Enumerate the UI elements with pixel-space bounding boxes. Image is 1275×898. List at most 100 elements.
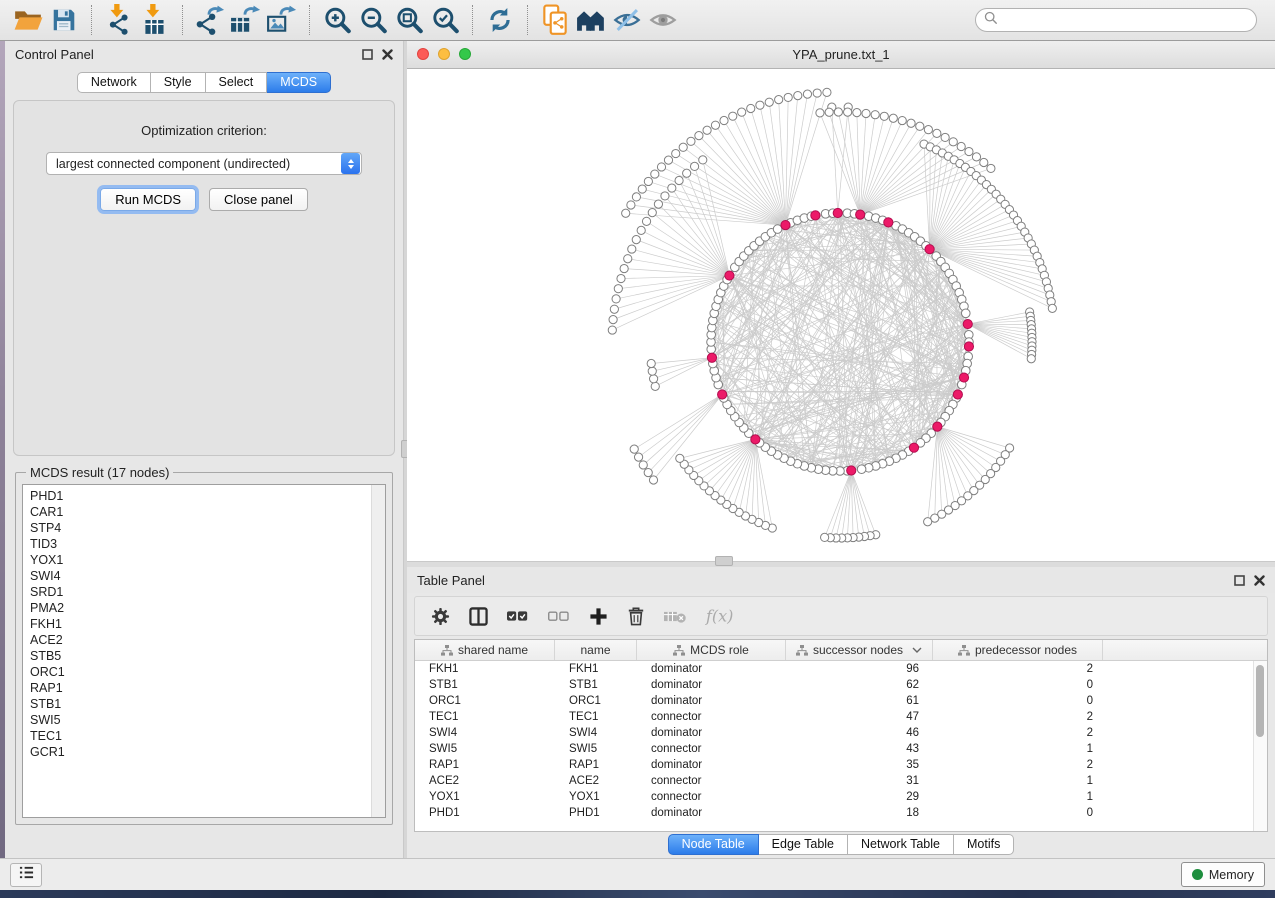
table-scrollbar[interactable] (1253, 661, 1267, 831)
graph-mcds-node[interactable] (933, 422, 942, 431)
mcds-result-item[interactable]: ORC1 (30, 664, 385, 680)
maximize-window-icon[interactable] (459, 48, 471, 60)
zoom-selected-button[interactable] (427, 3, 463, 37)
graph-leaf-node[interactable] (907, 119, 915, 127)
graph-leaf-node[interactable] (794, 91, 802, 99)
graph-leaf-node[interactable] (738, 108, 746, 116)
table-row[interactable]: RAP1RAP1dominator352 (415, 757, 1267, 773)
graph-mcds-node[interactable] (884, 218, 893, 227)
table-row[interactable]: SWI5SWI5connector431 (415, 741, 1267, 757)
graph-leaf-node[interactable] (933, 129, 941, 137)
tab-select[interactable]: Select (206, 72, 268, 93)
table-row[interactable]: TEC1TEC1connector472 (415, 709, 1267, 725)
graph-leaf-node[interactable] (648, 209, 656, 217)
graph-leaf-node[interactable] (720, 116, 728, 124)
optimization-criterion-select[interactable]: largest connected component (undirected) (46, 152, 362, 175)
deselect-all-button[interactable] (548, 610, 570, 622)
graph-leaf-node[interactable] (632, 193, 640, 201)
graph-leaf-node[interactable] (941, 133, 949, 141)
mcds-list-scrollbar[interactable] (371, 485, 385, 817)
graph-leaf-node[interactable] (644, 177, 652, 185)
close-panel-icon[interactable] (382, 49, 393, 60)
graph-leaf-node[interactable] (784, 93, 792, 101)
graph-leaf-node[interactable] (610, 305, 618, 313)
mcds-result-item[interactable]: ACE2 (30, 632, 385, 648)
open-button[interactable] (10, 3, 46, 37)
network-window-titlebar[interactable]: YPA_prune.txt_1 (407, 41, 1275, 69)
import-table-button[interactable] (137, 3, 173, 37)
import-network-button[interactable] (101, 3, 137, 37)
network-from-selection-button[interactable] (537, 3, 573, 37)
mcds-result-item[interactable]: STB5 (30, 648, 385, 664)
graph-leaf-node[interactable] (816, 109, 824, 117)
graph-leaf-node[interactable] (644, 468, 652, 476)
graph-mcds-node[interactable] (959, 373, 968, 382)
graph-mcds-node[interactable] (725, 271, 734, 280)
graph-leaf-node[interactable] (614, 285, 622, 293)
graph-leaf-node[interactable] (687, 137, 695, 145)
graph-leaf-node[interactable] (617, 274, 625, 282)
close-window-icon[interactable] (417, 48, 429, 60)
graph-leaf-node[interactable] (1048, 304, 1056, 312)
graph-leaf-node[interactable] (949, 138, 957, 146)
column-header-successor-nodes[interactable]: successor nodes (786, 640, 933, 660)
export-image-button[interactable] (264, 3, 300, 37)
graph-mcds-node[interactable] (833, 208, 842, 217)
close-panel-button[interactable]: Close panel (209, 188, 308, 211)
graph-leaf-node[interactable] (668, 184, 676, 192)
graph-leaf-node[interactable] (647, 359, 655, 367)
graph-mcds-node[interactable] (707, 353, 716, 362)
column-header-name[interactable]: name (555, 640, 637, 660)
mcds-result-item[interactable]: PHD1 (30, 488, 385, 504)
tab-node-table[interactable]: Node Table (668, 834, 759, 855)
tab-motifs[interactable]: Motifs (954, 834, 1014, 855)
float-panel-icon[interactable] (1234, 575, 1245, 586)
graph-leaf-node[interactable] (628, 245, 636, 253)
graph-leaf-node[interactable] (1027, 355, 1035, 363)
graph-leaf-node[interactable] (638, 185, 646, 193)
run-mcds-button[interactable]: Run MCDS (100, 188, 196, 211)
graph-leaf-node[interactable] (898, 116, 906, 124)
search-input[interactable] (1004, 12, 1248, 28)
mcds-result-item[interactable]: STP4 (30, 520, 385, 536)
graph-mcds-node[interactable] (811, 211, 820, 220)
column-header-shared-name[interactable]: shared name (415, 640, 555, 660)
graph-leaf-node[interactable] (683, 169, 691, 177)
table-row[interactable]: ACE2ACE2connector311 (415, 773, 1267, 789)
graph-leaf-node[interactable] (756, 101, 764, 109)
zoom-fit-button[interactable] (391, 3, 427, 37)
graph-leaf-node[interactable] (664, 156, 672, 164)
graph-leaf-node[interactable] (608, 326, 616, 334)
mcds-result-list[interactable]: PHD1CAR1STP4TID3YOX1SWI4SRD1PMA2FKH1ACE2… (22, 484, 386, 818)
graph-leaf-node[interactable] (825, 108, 833, 116)
mcds-result-item[interactable]: SWI4 (30, 568, 385, 584)
graph-mcds-node[interactable] (909, 443, 918, 452)
graph-leaf-node[interactable] (957, 142, 965, 150)
float-panel-icon[interactable] (362, 49, 373, 60)
graph-leaf-node[interactable] (916, 122, 924, 130)
save-button[interactable] (46, 3, 82, 37)
mcds-result-item[interactable]: TEC1 (30, 728, 385, 744)
graph-leaf-node[interactable] (880, 112, 888, 120)
graph-leaf-node[interactable] (972, 153, 980, 161)
graph-leaf-node[interactable] (676, 454, 684, 462)
graph-mcds-node[interactable] (963, 319, 972, 328)
tab-network[interactable]: Network (77, 72, 151, 93)
graph-leaf-node[interactable] (624, 255, 632, 263)
graph-leaf-node[interactable] (627, 201, 635, 209)
tab-edge-table[interactable]: Edge Table (759, 834, 848, 855)
graph-leaf-node[interactable] (711, 121, 719, 129)
graph-node[interactable] (961, 309, 970, 318)
graph-leaf-node[interactable] (661, 192, 669, 200)
column-header-predecessor-nodes[interactable]: predecessor nodes (933, 640, 1103, 660)
graph-leaf-node[interactable] (853, 109, 861, 117)
graph-leaf-node[interactable] (834, 108, 842, 116)
mcds-result-item[interactable]: TID3 (30, 536, 385, 552)
graph-leaf-node[interactable] (622, 209, 630, 217)
column-header-MCDS-role[interactable]: MCDS role (637, 640, 786, 660)
mcds-result-item[interactable]: GCR1 (30, 744, 385, 760)
graph-leaf-node[interactable] (729, 112, 737, 120)
graph-leaf-node[interactable] (637, 226, 645, 234)
graph-leaf-node[interactable] (803, 90, 811, 98)
graph-leaf-node[interactable] (987, 164, 995, 172)
